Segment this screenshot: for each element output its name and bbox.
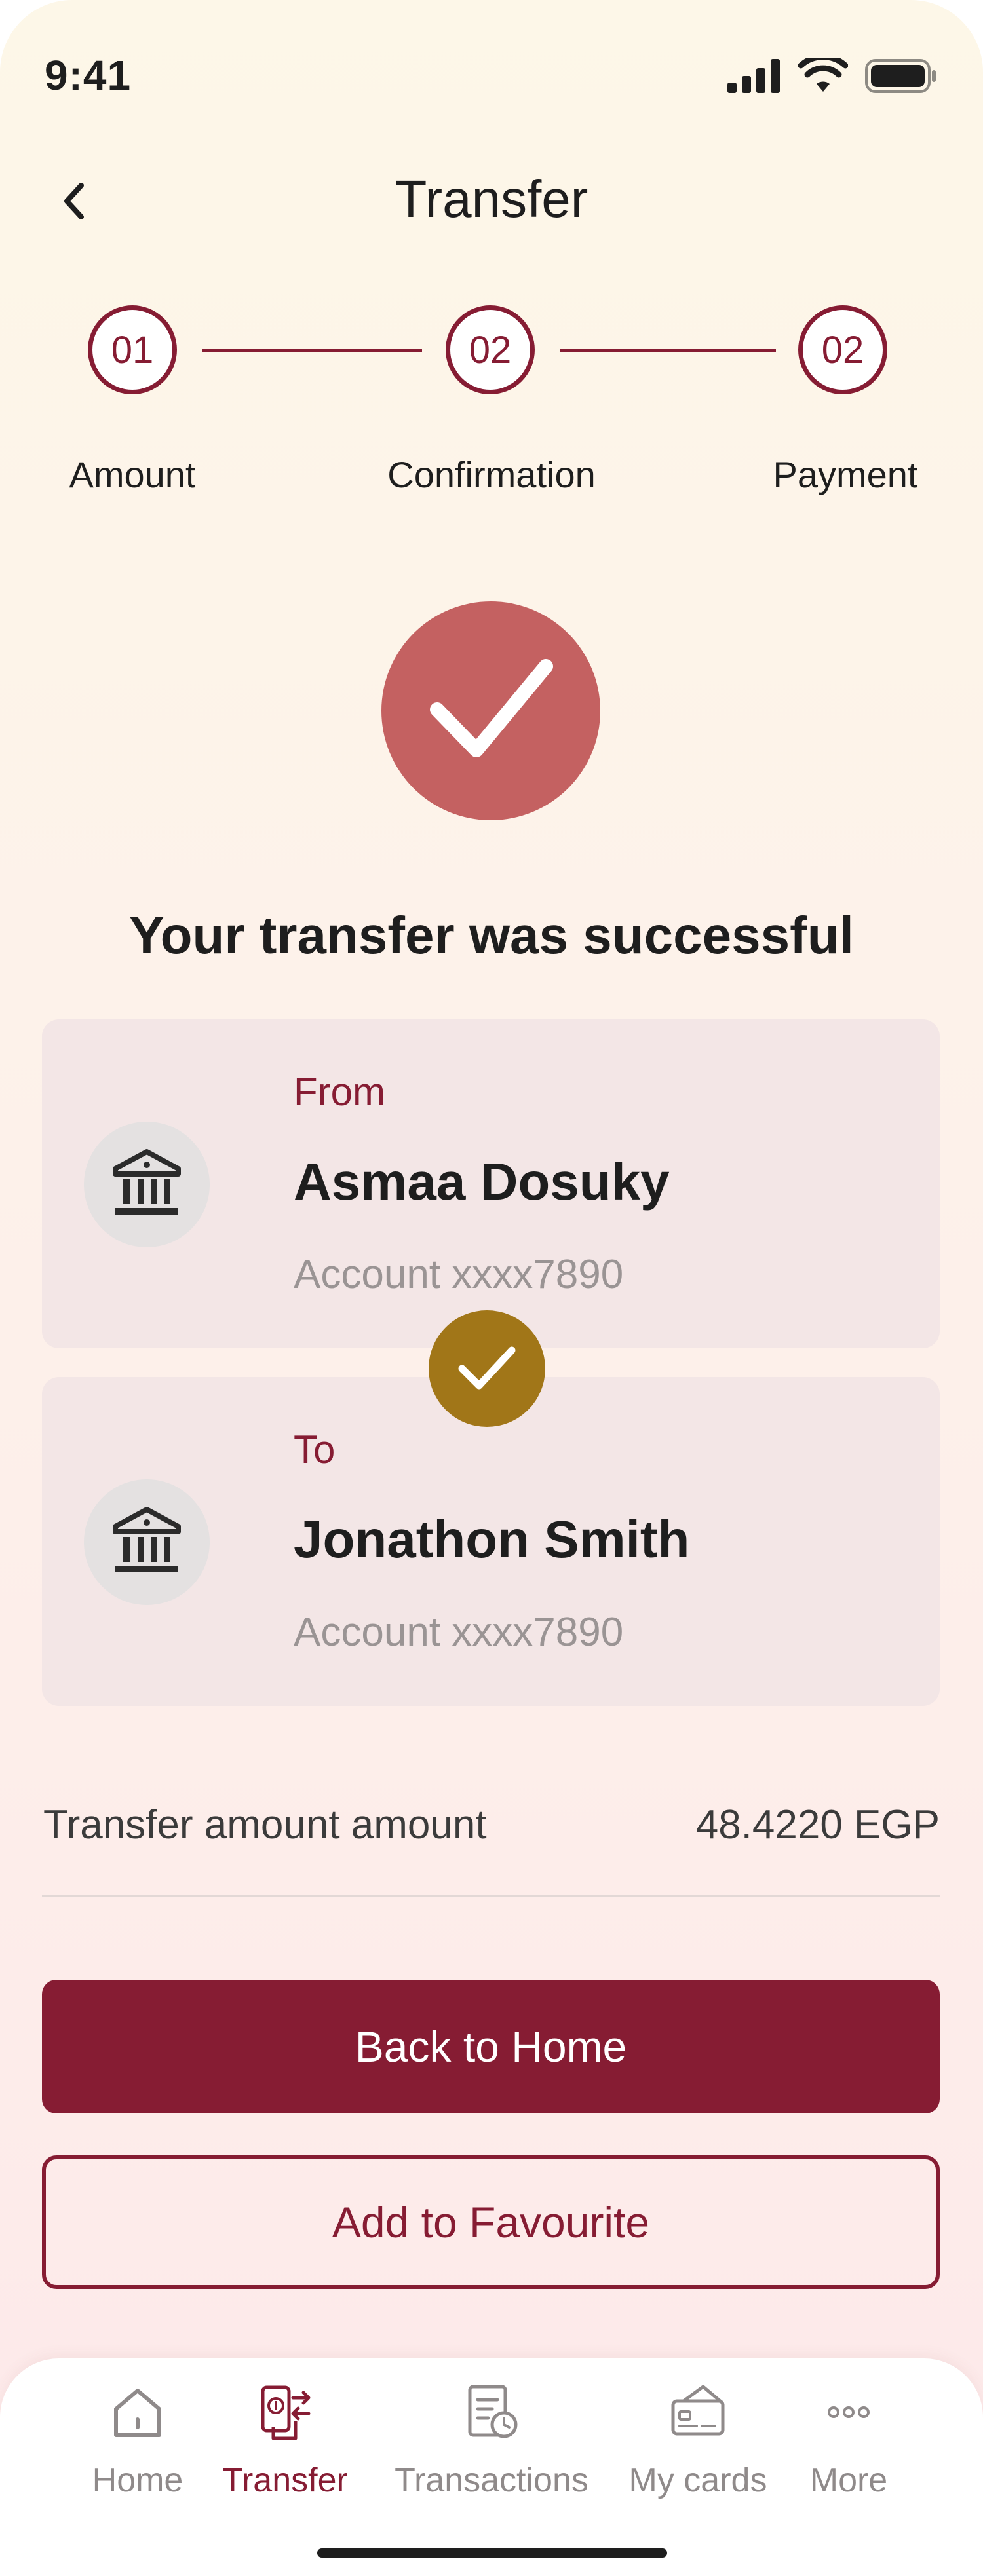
from-account-card: From Asmaa Dosuky Account xxxx7890: [42, 1019, 940, 1348]
nav-item-transfer[interactable]: Transfer: [216, 2379, 354, 2500]
add-to-favourite-button[interactable]: Add to Favourite: [42, 2155, 940, 2289]
status-time: 9:41: [45, 52, 132, 99]
bank-icon: [113, 1149, 181, 1215]
home-icon: [114, 2389, 161, 2437]
transfer-amount-value: 48.4220 EGP: [695, 1802, 940, 1847]
nav-label-home: Home: [92, 2461, 183, 2499]
step-connector-2: [560, 349, 776, 352]
checkmark-icon: [458, 1346, 516, 1390]
home-indicator: [317, 2548, 667, 2558]
to-account-number: Account xxxx7890: [294, 1610, 624, 1655]
from-name: Asmaa Dosuky: [294, 1152, 670, 1211]
transactions-icon: [468, 2385, 518, 2438]
status-icons: [727, 58, 937, 94]
nav-label-my-cards: My cards: [628, 2461, 767, 2499]
step-3-label: Payment: [773, 454, 918, 495]
step-1-circle: 01: [88, 305, 177, 394]
nav-item-my-cards[interactable]: My cards: [623, 2379, 773, 2500]
nav-label-transactions: Transactions: [395, 2461, 588, 2499]
transfer-check-badge: [429, 1310, 545, 1427]
bank-icon: [113, 1507, 181, 1572]
success-message: Your transfer was successful: [129, 906, 854, 964]
step-1-label: Amount: [69, 454, 196, 495]
back-to-home-button[interactable]: Back to Home: [42, 1980, 940, 2113]
card-icon: [671, 2385, 725, 2436]
battery-icon: [865, 59, 936, 93]
bank-avatar: [84, 1122, 210, 1247]
checkmark-icon: [430, 659, 553, 757]
phone-screen: 9:41 Transfer 01 02 02 Amount Confirmati…: [0, 0, 983, 2576]
success-check-circle: [381, 601, 600, 820]
to-label: To: [294, 1428, 336, 1471]
wifi-icon: [798, 58, 848, 92]
nav-item-more[interactable]: More: [800, 2379, 898, 2500]
to-name: Jonathon Smith: [294, 1510, 690, 1568]
step-connector-1: [202, 349, 422, 352]
signal-icon: [727, 59, 780, 93]
step-2-label: Confirmation: [387, 454, 596, 495]
bank-avatar: [84, 1479, 210, 1605]
transfer-amount-label: Transfer amount amount: [43, 1802, 487, 1847]
divider: [42, 1895, 940, 1897]
nav-label-transfer: Transfer: [222, 2461, 348, 2499]
more-icon: [828, 2406, 870, 2418]
step-2-circle: 02: [446, 305, 535, 394]
nav-label-more: More: [809, 2461, 888, 2499]
transfer-icon: [261, 2385, 311, 2440]
page-title: Transfer: [395, 170, 588, 228]
step-3-circle: 02: [798, 305, 887, 394]
from-label: From: [294, 1070, 385, 1114]
nav-item-home[interactable]: Home: [85, 2379, 190, 2500]
from-account-number: Account xxxx7890: [294, 1252, 624, 1297]
bottom-nav: Home Transfer Transactions My cards More: [0, 2358, 983, 2576]
nav-item-transactions[interactable]: Transactions: [387, 2379, 596, 2500]
